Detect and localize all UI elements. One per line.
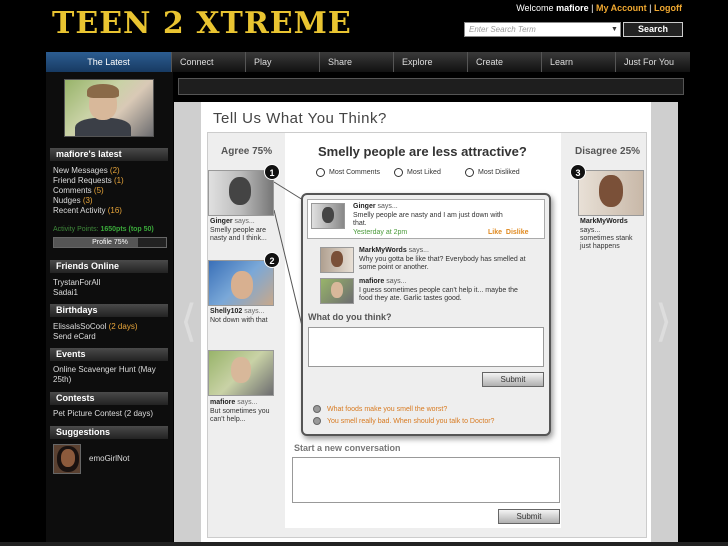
reply-avatar[interactable] (320, 278, 354, 304)
comment-textarea[interactable] (308, 327, 544, 367)
bullet-icon (313, 417, 321, 425)
user-photo-shelly[interactable] (208, 260, 274, 306)
dislike-link[interactable]: Dislike (506, 229, 529, 236)
user-photo-markmywords[interactable] (578, 170, 644, 216)
user-caption-text: says... sometimes stank just happens (580, 227, 633, 250)
user-caption-name[interactable]: Shelly102 says... (210, 308, 265, 315)
user-caption-text: Smelly people are nasty and I think... (210, 227, 267, 242)
related-question-link[interactable]: What foods make you smell the worst? (313, 405, 447, 413)
user-photo-ginger[interactable] (208, 170, 274, 216)
comment-author[interactable]: Ginger says... (353, 203, 398, 210)
user-caption-text: Not down with that (210, 317, 268, 324)
user-caption-name[interactable]: Ginger says... (210, 218, 255, 225)
submit-comment-button[interactable]: Submit (482, 372, 544, 387)
comment-timestamp: Yesterday at 2pm (353, 229, 408, 236)
badge-2: 2 (264, 252, 280, 268)
user-caption-name[interactable]: mafiore says... (210, 399, 257, 406)
new-conversation-textarea[interactable] (292, 457, 560, 503)
comment-avatar[interactable] (311, 203, 345, 229)
reply-text: Why you gotta be like that? Everybody ha… (359, 256, 526, 271)
reply-author[interactable]: MarkMyWords says... (359, 247, 429, 254)
like-dislike: Like Dislike (488, 229, 528, 236)
reply-author[interactable]: mafiore says... (359, 278, 406, 285)
like-link[interactable]: Like (488, 229, 502, 236)
footer-bar (0, 542, 728, 546)
user-caption-name[interactable]: MarkMyWords (580, 218, 628, 225)
comment-text: Smelly people are nasty and I am just do… (353, 212, 503, 227)
reply-avatar[interactable] (320, 247, 354, 273)
badge-3: 3 (570, 164, 586, 180)
related-question-link[interactable]: You smell really bad. When should you ta… (313, 417, 494, 425)
new-conversation-label: Start a new conversation (294, 443, 401, 453)
reply-text: I guess sometimes people can't help it..… (359, 287, 518, 302)
comment-prompt: What do you think? (308, 312, 392, 322)
user-photo-mafiore[interactable] (208, 350, 274, 396)
bullet-icon (313, 405, 321, 413)
badge-1: 1 (264, 164, 280, 180)
user-caption-text: But sometimes you can't help... (210, 408, 270, 423)
submit-conversation-button[interactable]: Submit (498, 509, 560, 524)
